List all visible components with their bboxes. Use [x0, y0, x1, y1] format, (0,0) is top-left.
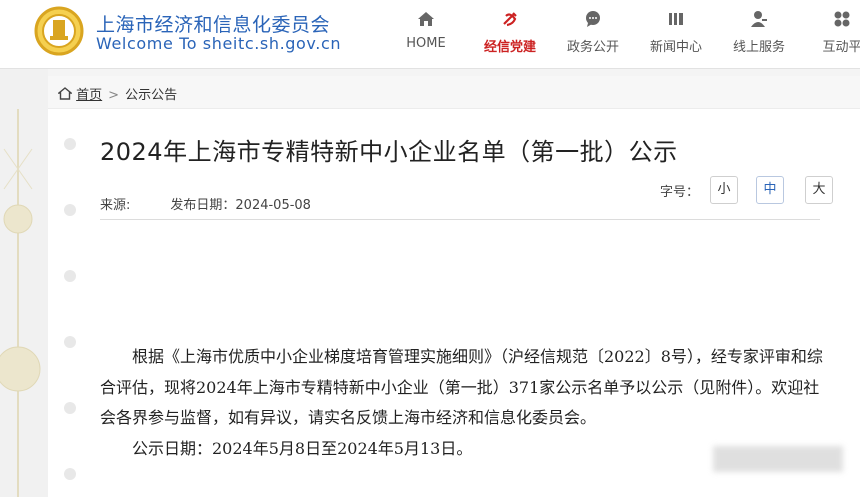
site-name-cn: 上海市经济和信息化委员会 [96, 14, 331, 36]
news-icon [669, 13, 683, 25]
watermark-blur [713, 446, 843, 472]
nav-online-service[interactable]: 线上服务 [719, 10, 799, 60]
nav-gov-affairs-label: 政务公开 [566, 40, 619, 55]
nav-party-label: 经信党建 [483, 40, 536, 55]
breadcrumb-current[interactable]: 公示公告 [125, 88, 177, 103]
breadcrumb-home-link[interactable]: 首页 [76, 88, 102, 103]
nav-gov-affairs[interactable]: 政务公开 [553, 10, 633, 60]
decor-dot [64, 468, 76, 480]
decor-dot [64, 270, 76, 282]
nav-news-label: 新闻中心 [649, 40, 702, 55]
nav-news[interactable]: 新闻中心 [636, 10, 716, 60]
font-size-small-button[interactable]: 小 [710, 176, 738, 204]
article-paragraph: 根据《上海市优质中小企业梯度培育管理实施细则》（沪经信规范〔2022〕8号），经… [100, 347, 823, 427]
nav-interaction[interactable]: 互动平 [802, 10, 860, 60]
source-label: 来源: [100, 198, 131, 213]
font-size-large-button[interactable]: 大 [805, 176, 833, 204]
home-icon [418, 12, 434, 26]
article-card: 首页 > 公示公告 2024年上海市专精特新中小企业名单（第一批）公示 来源: 发布日… [48, 76, 860, 497]
nav-home[interactable]: HOME [386, 10, 466, 60]
article-meta: 来源: 发布日期：2024-05-08 [100, 194, 311, 213]
user-icon [751, 11, 767, 27]
site-name-en: Welcome To sheitc.sh.gov.cn [96, 34, 342, 53]
nav-interaction-label: 互动平 [822, 40, 860, 55]
breadcrumb-bar: 首页 > 公示公告 [48, 76, 860, 109]
home-icon [57, 87, 73, 100]
chat-icon [586, 11, 600, 27]
decor-dot [64, 138, 76, 150]
meta-divider [100, 219, 820, 220]
publish-date: 2024-05-08 [235, 198, 311, 213]
nav-party[interactable]: 经信党建 [470, 10, 550, 60]
nav-home-label: HOME [406, 36, 446, 51]
decor-dot [64, 336, 76, 348]
party-emblem-icon [503, 12, 517, 27]
decor-dot [64, 402, 76, 414]
decor-dot [64, 204, 76, 216]
interaction-icon [834, 11, 850, 27]
breadcrumb: 首页 > 公示公告 [57, 84, 177, 103]
font-size-medium-button[interactable]: 中 [756, 176, 784, 204]
nav-online-service-label: 线上服务 [732, 40, 785, 55]
font-size-label: 字号： [660, 185, 700, 200]
date-label: 发布日期： [170, 198, 236, 213]
page-title: 2024年上海市专精特新中小企业名单（第一批）公示 [100, 138, 678, 166]
breadcrumb-separator: > [108, 88, 120, 103]
site-logo[interactable] [34, 6, 84, 56]
site-header: 上海市经济和信息化委员会 Welcome To sheitc.sh.gov.cn… [0, 0, 860, 69]
tower-decoration [0, 69, 48, 497]
